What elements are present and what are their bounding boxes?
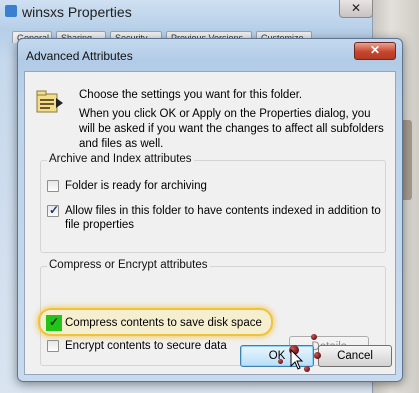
archive-checkbox[interactable] (47, 180, 59, 192)
compress-checkbox-label: Compress contents to save disk space (65, 317, 262, 329)
cancel-button[interactable]: Cancel (318, 345, 392, 367)
index-checkbox[interactable]: ✓ (47, 203, 60, 217)
dialog-title: Advanced Attributes (26, 49, 133, 63)
encrypt-checkbox-label: Encrypt contents to secure data (65, 340, 227, 352)
screenshot-stage: winsxs Properties ✕ General Sharing Secu… (0, 0, 419, 393)
checkmark-icon: ✓ (49, 315, 60, 329)
dialog-content: Choose the settings you want for this fo… (24, 71, 396, 375)
checkmark-icon: ✓ (49, 203, 60, 217)
description-secondary: When you click OK or Apply on the Proper… (79, 108, 384, 150)
click-marker (314, 352, 321, 359)
encrypt-checkbox[interactable] (47, 340, 59, 352)
properties-window-title: winsxs Properties (22, 4, 132, 20)
folder-attributes-icon (36, 90, 63, 113)
archive-group-label: Archive and Index attributes (47, 153, 194, 165)
properties-close-button[interactable]: ✕ (339, 0, 373, 18)
advanced-attributes-dialog: Advanced Attributes ✕ Choose the setting… (17, 38, 403, 382)
compress-checkbox[interactable]: ✓ (46, 315, 62, 331)
click-marker (304, 366, 310, 372)
compress-group-label: Compress or Encrypt attributes (47, 259, 210, 271)
folder-icon (5, 5, 17, 17)
dialog-close-button[interactable]: ✕ (354, 42, 396, 60)
mouse-pointer-icon (290, 349, 304, 370)
archive-checkbox-label: Folder is ready for archiving (65, 180, 207, 192)
click-marker (311, 334, 317, 340)
index-checkbox-label: Allow files in this folder to have conte… (65, 205, 381, 231)
description-primary: Choose the settings you want for this fo… (79, 89, 303, 101)
click-marker (278, 359, 283, 364)
